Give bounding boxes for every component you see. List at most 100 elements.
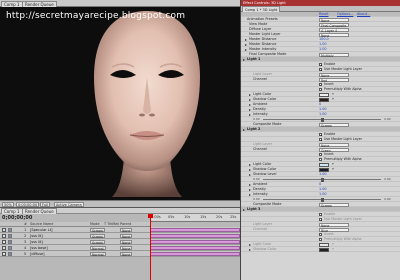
disclosure-triangle-icon[interactable] — [243, 128, 245, 131]
color-swatch[interactable] — [319, 162, 329, 167]
effect-property-row: Shadow Color ⌖ — [241, 247, 400, 252]
property-dropdown[interactable]: Green — [319, 147, 349, 153]
layer-mode-dropdown[interactable]: Screen — [90, 228, 105, 233]
timeline-panel: Comp 1 Render Queue 0;00;00;00 0:00s 05s… — [0, 207, 240, 280]
ruler-label: 20s — [216, 215, 223, 219]
property-checkbox[interactable] — [319, 133, 322, 136]
layer-list: 1 [Specular Lt] Screen None 2 [sss lit] … — [0, 227, 240, 257]
slider-knob[interactable] — [320, 177, 324, 182]
property-dropdown[interactable]: Screen — [319, 202, 349, 208]
property-dropdown[interactable]: None — [319, 222, 349, 228]
visibility-eye-icon[interactable] — [2, 246, 6, 250]
property-checkbox[interactable] — [319, 153, 322, 156]
property-checkbox[interactable] — [319, 238, 322, 241]
timeline-tab-render-queue[interactable]: Render Queue — [22, 208, 57, 214]
ruler-label: 15s — [200, 215, 207, 219]
layer-row[interactable]: 5 [diffuse] Normal None — [0, 251, 240, 257]
color-swatch[interactable] — [319, 92, 329, 97]
disclosure-triangle-icon[interactable] — [249, 188, 251, 191]
blog-url-watermark: http://secretmayarecipe.blogspot.com — [6, 11, 186, 21]
disclosure-triangle-icon[interactable] — [249, 93, 251, 96]
disclosure-triangle-icon[interactable] — [249, 248, 251, 251]
disclosure-triangle-icon[interactable] — [245, 48, 247, 51]
visibility-eye-icon[interactable] — [2, 252, 6, 256]
disclosure-triangle-icon[interactable] — [249, 163, 251, 166]
timeline-current-time[interactable]: 0;00;00;00 — [2, 215, 32, 221]
timeline-tab-comp-1[interactable]: Comp 1 — [1, 208, 23, 214]
disclosure-triangle-icon[interactable] — [249, 173, 251, 176]
layer-parent-dropdown[interactable]: None — [120, 234, 133, 239]
effect-properties-list: Reset Options... About... Animation Presets… — [241, 12, 400, 252]
disclosure-triangle-icon[interactable] — [249, 193, 251, 196]
layer-mode-dropdown[interactable]: Normal — [90, 252, 106, 257]
ruler-label: 10s — [184, 215, 191, 219]
property-checkbox[interactable] — [319, 83, 322, 86]
property-dropdown[interactable]: None — [319, 72, 349, 78]
property-dropdown[interactable]: None — [319, 32, 349, 38]
disclosure-triangle-icon[interactable] — [249, 108, 251, 111]
ruler-label: 05s — [168, 215, 175, 219]
label-color-swatch[interactable] — [8, 234, 12, 238]
layer-mode-dropdown[interactable]: Screen — [90, 240, 105, 245]
layer-mode-dropdown[interactable]: Normal — [90, 246, 106, 251]
current-time-indicator-handle[interactable] — [148, 214, 153, 218]
disclosure-triangle-icon[interactable] — [249, 168, 251, 171]
disclosure-triangle-icon[interactable] — [243, 208, 245, 211]
property-dropdown[interactable]: Red — [319, 77, 349, 83]
label-color-swatch[interactable] — [8, 252, 12, 256]
label-color-swatch[interactable] — [8, 228, 12, 232]
layer-duration-bar[interactable] — [150, 240, 240, 244]
composition-viewer[interactable]: http://secretmayarecipe.blogspot.com — [0, 7, 240, 200]
eyedropper-icon[interactable]: ⌖ — [332, 247, 334, 252]
property-checkbox[interactable] — [319, 88, 322, 91]
layer-duration-bar[interactable] — [150, 234, 240, 238]
layer-parent-dropdown[interactable]: None — [120, 228, 133, 233]
current-time-indicator[interactable] — [150, 214, 151, 280]
property-dropdown[interactable]: Blue — [319, 227, 349, 233]
property-checkbox[interactable] — [319, 158, 322, 161]
visibility-eye-icon[interactable] — [2, 240, 6, 244]
property-checkbox[interactable] — [319, 138, 322, 141]
disclosure-triangle-icon[interactable] — [249, 113, 251, 116]
property-checkbox[interactable] — [319, 63, 322, 66]
visibility-eye-icon[interactable] — [2, 234, 6, 238]
color-swatch[interactable] — [319, 167, 329, 172]
disclosure-triangle-icon[interactable] — [249, 243, 251, 246]
color-swatch[interactable] — [319, 97, 329, 102]
ruler-label: 25s — [230, 215, 237, 219]
property-checkbox[interactable] — [319, 218, 322, 221]
property-checkbox[interactable] — [319, 68, 322, 71]
slider-knob[interactable] — [320, 117, 324, 122]
disclosure-triangle-icon[interactable] — [249, 183, 251, 186]
slider-knob[interactable] — [320, 197, 324, 202]
disclosure-triangle-icon[interactable] — [245, 43, 247, 46]
color-swatch[interactable] — [319, 242, 329, 247]
label-color-swatch[interactable] — [8, 240, 12, 244]
property-dropdown[interactable]: Final Composite — [319, 22, 349, 28]
property-checkbox[interactable] — [319, 233, 322, 236]
visibility-eye-icon[interactable] — [2, 228, 6, 232]
layer-mode-dropdown[interactable]: Screen — [90, 234, 105, 239]
property-dropdown[interactable]: None — [319, 17, 349, 23]
property-dropdown[interactable]: 4. Layer 4 — [319, 27, 349, 33]
property-dropdown[interactable]: None — [319, 142, 349, 148]
rendered-head-image — [94, 11, 200, 197]
layer-name[interactable]: [diffuse] — [30, 251, 70, 257]
disclosure-triangle-icon[interactable] — [249, 98, 251, 101]
property-checkbox[interactable] — [319, 213, 322, 216]
layer-duration-bar[interactable] — [150, 246, 240, 250]
layer-duration-bar[interactable] — [150, 228, 240, 232]
color-swatch[interactable] — [319, 247, 329, 252]
disclosure-triangle-icon[interactable] — [245, 38, 247, 41]
disclosure-triangle-icon[interactable] — [249, 103, 251, 106]
layer-parent-dropdown[interactable]: None — [120, 252, 133, 257]
layer-parent-dropdown[interactable]: None — [120, 246, 133, 251]
label-color-swatch[interactable] — [8, 246, 12, 250]
property-dropdown[interactable]: Screen — [319, 122, 349, 128]
layer-number: 5 — [24, 252, 27, 256]
layer-parent-dropdown[interactable]: None — [120, 240, 133, 245]
disclosure-triangle-icon[interactable] — [243, 58, 245, 61]
time-ruler[interactable]: 0:00s 05s 10s 15s 20s 25s — [150, 214, 240, 222]
property-dropdown[interactable]: Multiply — [319, 52, 349, 58]
layer-duration-bar[interactable] — [150, 252, 240, 256]
